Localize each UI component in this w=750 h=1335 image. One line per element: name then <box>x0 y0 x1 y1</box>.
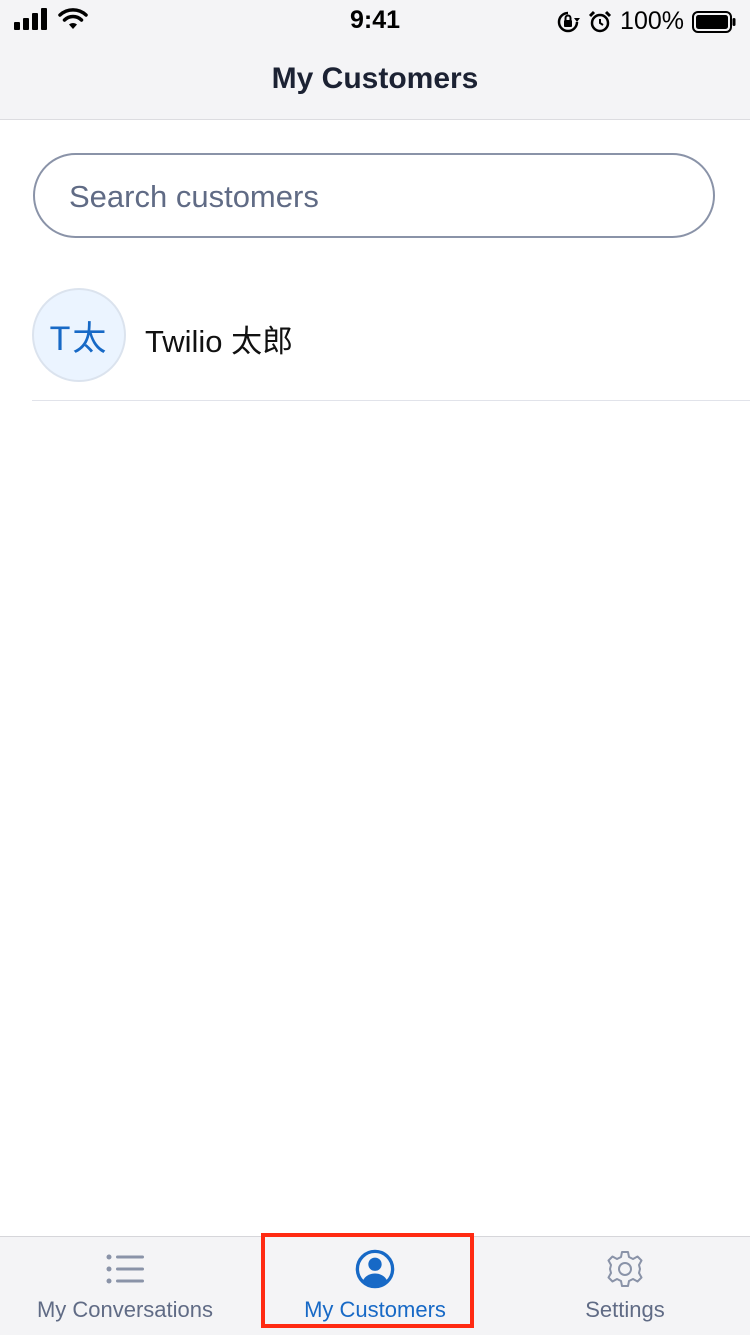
page-title: My Customers <box>271 62 479 95</box>
tab-settings[interactable]: Settings <box>500 1237 750 1335</box>
highlight-box <box>261 1233 474 1328</box>
customer-list-item[interactable]: T太 Twilio 太郎 <box>32 280 750 401</box>
gear-icon <box>607 1251 643 1287</box>
search-box[interactable] <box>33 153 715 238</box>
tab-my-conversations[interactable]: My Conversations <box>0 1237 250 1335</box>
alarm-icon <box>588 10 612 32</box>
list-icon <box>106 1254 144 1284</box>
battery-icon <box>692 10 736 33</box>
customer-name: Twilio 太郎 <box>145 324 294 359</box>
navigation-bar: My Customers <box>0 40 750 120</box>
battery-percent: 100% <box>620 7 684 35</box>
search-input[interactable] <box>67 155 691 238</box>
tab-label: My Conversations <box>36 1297 214 1322</box>
status-bar: 9:41 100% <box>0 0 750 40</box>
orientation-lock-icon <box>557 11 581 32</box>
avatar: T太 <box>32 288 126 382</box>
tab-label: Settings <box>585 1297 665 1322</box>
